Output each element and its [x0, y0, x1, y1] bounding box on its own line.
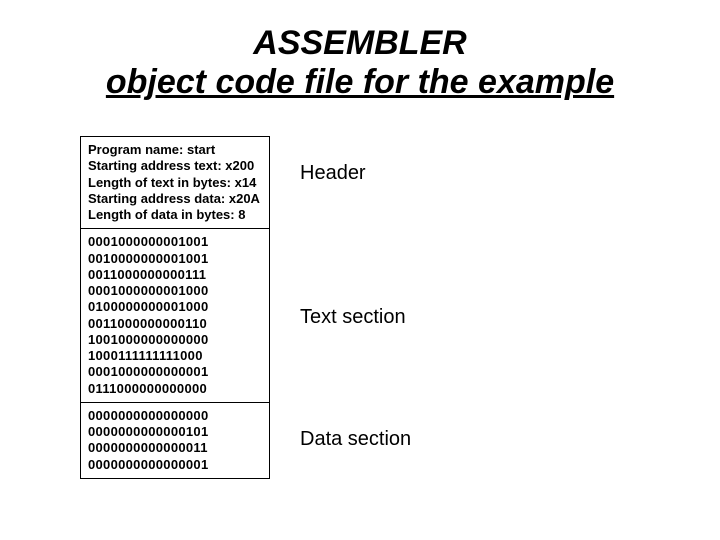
- slide-title: ASSEMBLER object code file for the examp…: [0, 24, 720, 102]
- header-cell: Program name: start Starting address tex…: [81, 137, 270, 229]
- data-section-content: 0000000000000000 0000000000000101 000000…: [82, 404, 268, 477]
- label-text-section: Text section: [300, 306, 406, 329]
- text-section-cell: 0001000000001001 0010000000001001 001100…: [81, 229, 270, 403]
- label-header: Header: [300, 162, 366, 185]
- title-line2: object code file for the example: [0, 63, 720, 102]
- header-content: Program name: start Starting address tex…: [82, 138, 268, 227]
- title-line1: ASSEMBLER: [0, 24, 720, 63]
- data-section-cell: 0000000000000000 0000000000000101 000000…: [81, 402, 270, 478]
- object-code-table: Program name: start Starting address tex…: [80, 136, 270, 479]
- text-section-content: 0001000000001001 0010000000001001 001100…: [82, 230, 268, 401]
- label-data-section: Data section: [300, 428, 411, 451]
- slide: ASSEMBLER object code file for the examp…: [0, 0, 720, 540]
